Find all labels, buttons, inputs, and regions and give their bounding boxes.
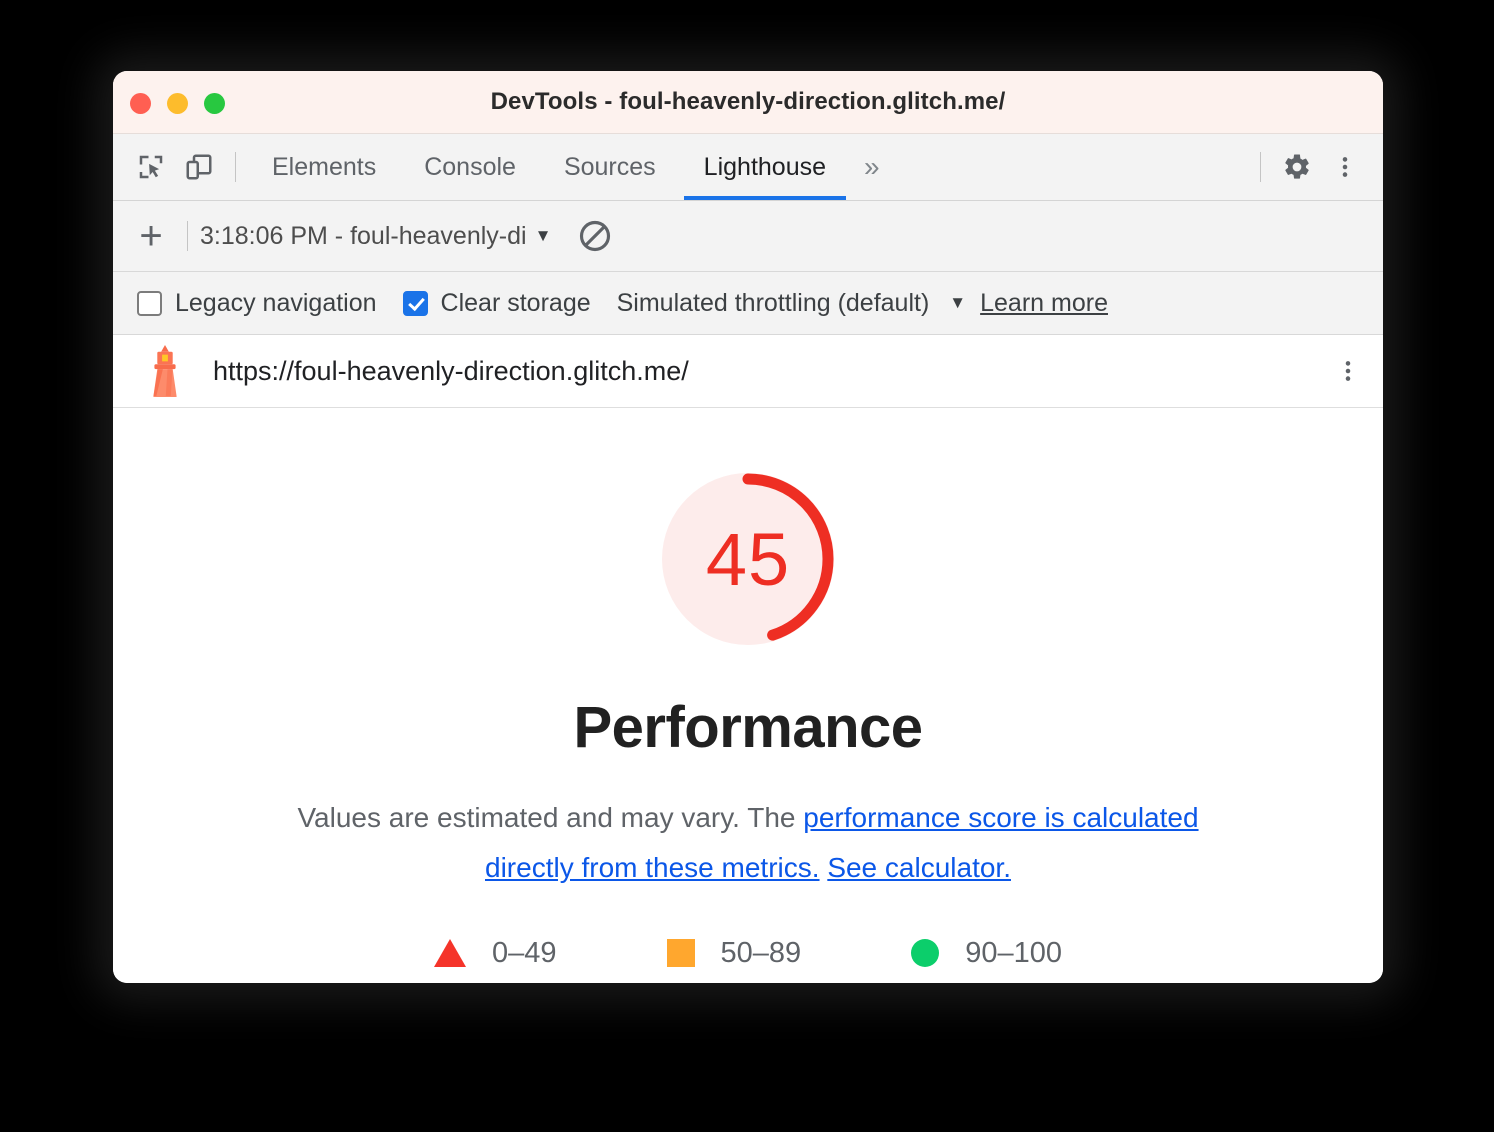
tab-elements-label: Elements (272, 152, 377, 181)
tab-sources-label: Sources (563, 152, 656, 181)
tab-console[interactable]: Console (400, 134, 540, 200)
lh-toolbar-divider (187, 221, 188, 251)
kebab-menu-icon[interactable] (1321, 143, 1369, 191)
panel-tabs: Elements Console Sources Lighthouse » (248, 134, 894, 200)
devtools-tabbar: Elements Console Sources Lighthouse » (113, 134, 1383, 201)
report-url: https://foul-heavenly-direction.glitch.m… (213, 355, 689, 386)
lighthouse-toolbar: + 3:18:06 PM - foul-heavenly-di ▼ (113, 201, 1383, 272)
chevron-down-icon: ▼ (534, 226, 552, 245)
tab-console-label: Console (424, 152, 516, 181)
clear-report-icon[interactable] (577, 218, 613, 254)
report-select-value: 3:18:06 PM - foul-heavenly-di (200, 221, 527, 250)
clear-storage-setting[interactable]: Clear storage (402, 288, 591, 318)
throttling-select-value[interactable]: Simulated throttling (default) (617, 289, 930, 318)
legend-item-pass: 90–100 (911, 937, 1062, 970)
toolbar-divider (235, 152, 236, 182)
throttling-chevron-down-icon[interactable]: ▼ (949, 293, 966, 313)
see-calculator-link[interactable]: See calculator. (827, 852, 1011, 883)
gear-icon[interactable] (1273, 143, 1321, 191)
minimize-button[interactable] (167, 93, 188, 114)
tabbar-right-actions (1248, 143, 1369, 191)
legend-label-average: 50–89 (720, 936, 802, 969)
window-controls (130, 93, 225, 114)
legend-item-fail: 0–49 (434, 937, 557, 970)
legend-item-average: 50–89 (666, 936, 802, 970)
tab-lighthouse-label: Lighthouse (703, 152, 826, 181)
score-legend: 0–49 50–89 90–100 (434, 937, 1062, 970)
legacy-navigation-setting[interactable]: Legacy navigation (137, 289, 377, 318)
score-description-text: Values are estimated and may vary. The (297, 802, 804, 833)
report-kebab-menu-icon[interactable] (1335, 358, 1361, 384)
screenshot-root: DevTools - foul-heavenly-direction.glitc… (0, 0, 1494, 1132)
devtools-window: DevTools - foul-heavenly-direction.glitc… (113, 71, 1383, 983)
lighthouse-logo (153, 345, 177, 397)
score-description: Values are estimated and may vary. The p… (253, 793, 1243, 893)
legacy-navigation-label: Legacy navigation (175, 288, 377, 317)
zoom-button[interactable] (204, 93, 225, 114)
window-title: DevTools - foul-heavenly-direction.glitc… (490, 88, 1006, 115)
legend-label-pass: 90–100 (965, 936, 1062, 969)
tab-lighthouse[interactable]: Lighthouse (680, 134, 850, 200)
tab-elements[interactable]: Elements (248, 134, 400, 200)
legacy-navigation-checkbox[interactable] (137, 290, 162, 316)
triangle-icon (434, 939, 467, 968)
square-icon (666, 939, 695, 968)
device-toolbar-icon[interactable] (175, 143, 223, 191)
page-title: Performance (573, 695, 923, 760)
performance-score-gauge: 45 (653, 464, 843, 654)
tab-sources[interactable]: Sources (540, 134, 680, 200)
close-button[interactable] (130, 93, 151, 114)
circle-icon (911, 939, 940, 968)
toolbar-divider-right (1260, 152, 1261, 182)
learn-more-link[interactable]: Learn more (980, 289, 1108, 318)
inspect-element-icon[interactable] (127, 143, 175, 191)
more-tabs-icon[interactable]: » (850, 134, 894, 200)
lighthouse-report: 45 Performance Values are estimated and … (113, 408, 1383, 983)
performance-score-value: 45 (705, 517, 791, 601)
legend-label-fail: 0–49 (492, 936, 557, 969)
lighthouse-settings-row: Legacy navigation Clear storage Simulate… (113, 272, 1383, 335)
clear-storage-checkbox[interactable] (402, 290, 428, 316)
window-titlebar: DevTools - foul-heavenly-direction.glitc… (113, 71, 1383, 134)
new-report-button[interactable]: + (127, 216, 175, 256)
report-url-row: https://foul-heavenly-direction.glitch.m… (113, 335, 1383, 408)
clear-storage-label: Clear storage (440, 288, 591, 317)
report-select[interactable]: 3:18:06 PM - foul-heavenly-di ▼ (200, 222, 551, 251)
